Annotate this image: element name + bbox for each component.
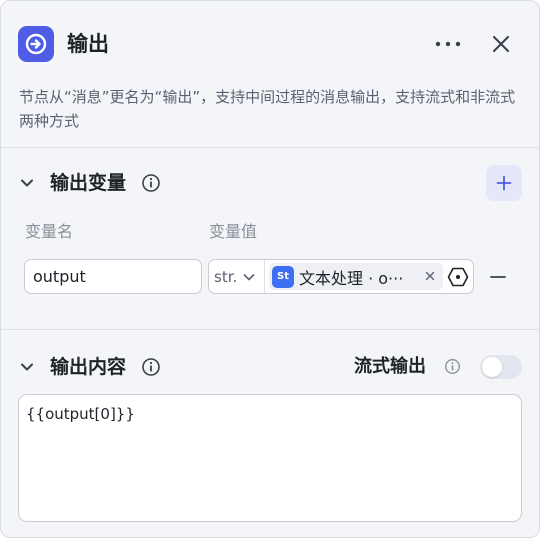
variable-name-input[interactable] [24,259,202,294]
chevron-down-icon[interactable] [19,359,35,375]
node-title[interactable]: 输出 [67,29,109,59]
info-icon[interactable] [141,357,161,377]
stream-output-toggle[interactable] [480,355,522,379]
reference-text: 文本处理 · o··· [299,268,404,288]
stream-output-label: 流式输出 [354,356,426,377]
output-variables-title: 输出变量 [50,172,127,194]
close-icon [493,36,509,52]
output-content-editor[interactable]: {{output[0]}} [18,394,522,522]
add-variable-button[interactable] [486,165,522,201]
variable-value-field[interactable]: str. St 文本处理 · o··· [208,259,474,294]
variable-picker-icon[interactable] [447,266,469,288]
toggle-knob [482,357,502,377]
divider [1,147,539,148]
panel-header: 输出 节点从“消息”更名为“输出”，支持中间过程的消息输出，支持流式和非流式两种… [1,1,539,147]
info-icon[interactable] [141,173,161,193]
variable-reference-tag[interactable]: St 文本处理 · o··· [269,263,443,290]
remove-variable-button[interactable] [486,265,510,289]
chevron-down-icon [243,273,255,280]
output-variables-header[interactable]: 输出变量 [1,163,539,203]
remove-reference-button[interactable] [421,267,439,285]
variable-value-column-label: 变量值 [209,222,258,241]
close-icon [425,271,435,281]
minus-icon [490,276,506,278]
more-icon [435,41,461,47]
chevron-down-icon[interactable] [19,175,35,191]
output-node-panel: 输出 节点从“消息”更名为“输出”，支持中间过程的消息输出，支持流式和非流式两种… [0,0,540,538]
close-button[interactable] [485,28,517,60]
info-icon[interactable] [444,358,461,375]
output-content-title: 输出内容 [50,356,127,378]
plus-icon [496,175,512,191]
variable-name-column-label: 变量名 [25,222,74,241]
node-description: 节点从“消息”更名为“输出”，支持中间过程的消息输出，支持流式和非流式两种方式 [19,88,516,130]
divider [1,329,539,330]
more-options-button[interactable] [431,30,465,58]
variable-type-select[interactable]: str. [209,260,265,293]
variable-type-label: str. [214,267,238,286]
text-process-node-icon: St [272,265,294,288]
output-arrow-icon [18,26,54,62]
